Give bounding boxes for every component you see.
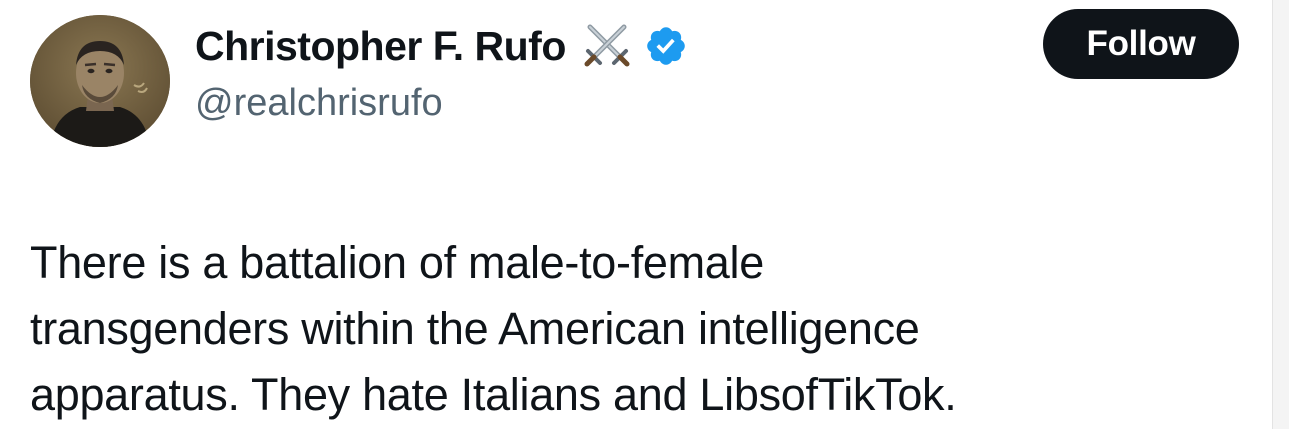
tweet-text-line: transgenders within the American intelli… (30, 303, 920, 354)
tweet-text-line: apparatus. They hate Italians and Libsof… (30, 369, 957, 420)
verified-badge-icon[interactable] (644, 24, 688, 68)
author-display-name[interactable]: Christopher F. Rufo (195, 23, 566, 70)
author-name-row: Christopher F. Rufo (195, 20, 688, 72)
crossed-swords-icon (582, 21, 632, 71)
tweet-card: Christopher F. Rufo @realchrisrufo Follo… (0, 0, 1272, 429)
follow-button[interactable]: Follow (1043, 9, 1239, 79)
author-handle[interactable]: @realchrisrufo (195, 82, 443, 125)
avatar-photo (30, 15, 170, 147)
scrollbar[interactable] (1272, 0, 1289, 429)
tweet-body: There is a battalion of male-to-female t… (30, 230, 1250, 428)
avatar[interactable] (30, 15, 170, 147)
tweet-text-line: There is a battalion of male-to-female (30, 237, 764, 288)
